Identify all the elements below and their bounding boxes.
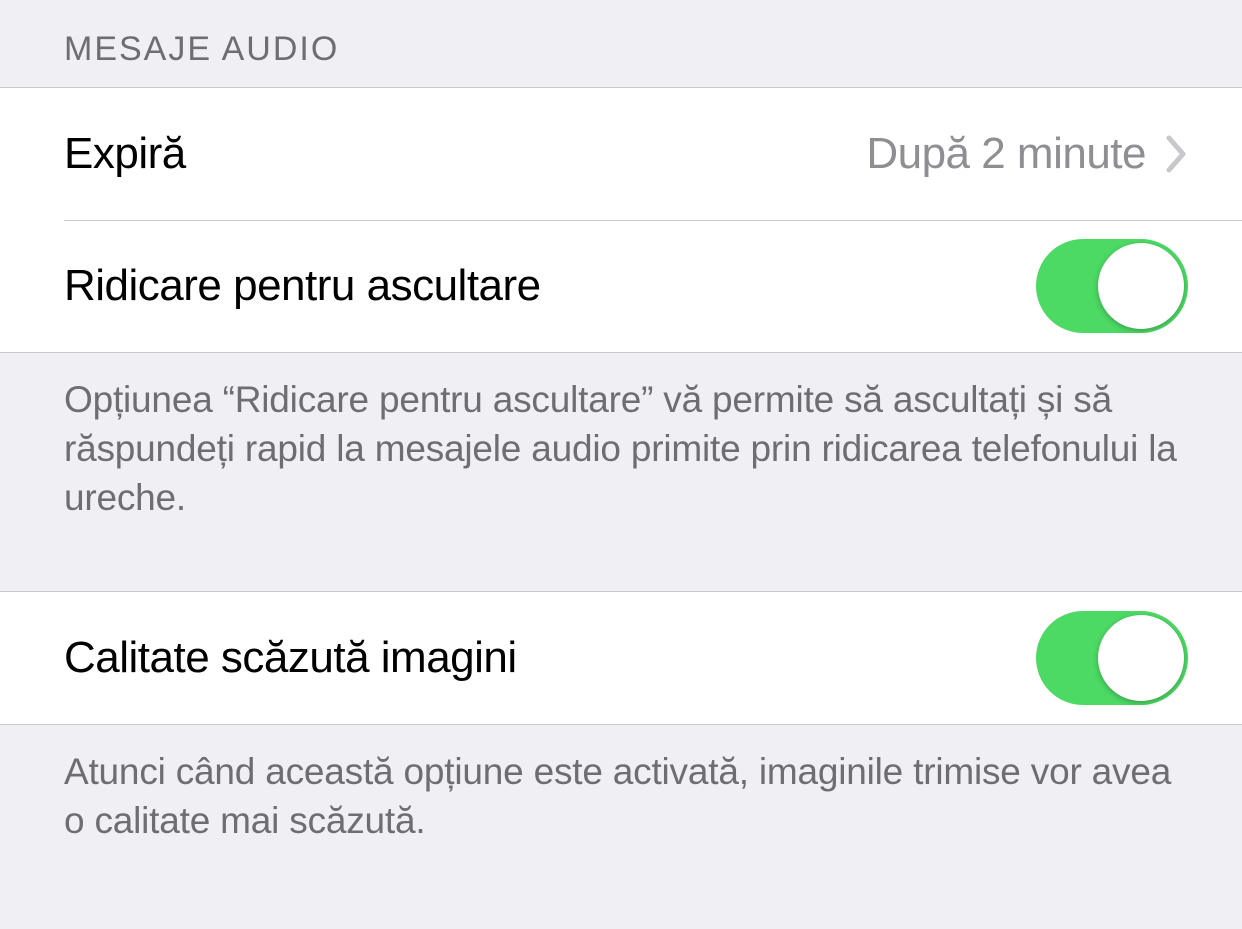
toggle-knob [1098, 615, 1184, 701]
chevron-right-icon [1166, 135, 1188, 173]
expire-label: Expiră [64, 129, 186, 179]
toggle-knob [1098, 243, 1184, 329]
low-quality-images-label: Calitate scăzută imagini [64, 633, 517, 683]
settings-group-audio: Expiră După 2 minute Ridicare pentru asc… [0, 87, 1242, 353]
raise-to-listen-row: Ridicare pentru ascultare [0, 220, 1242, 352]
expire-value-wrap: După 2 minute [866, 129, 1188, 179]
section-footer-low-quality: Atunci când această opțiune este activat… [0, 725, 1242, 873]
settings-group-images: Calitate scăzută imagini [0, 591, 1242, 725]
section-spacer [0, 551, 1242, 591]
section-header-audio-messages: MESAJE AUDIO [0, 0, 1242, 87]
raise-to-listen-label: Ridicare pentru ascultare [64, 261, 541, 311]
section-footer-raise-to-listen: Opțiunea “Ridicare pentru ascultare” vă … [0, 353, 1242, 551]
low-quality-images-row: Calitate scăzută imagini [0, 592, 1242, 724]
low-quality-images-toggle[interactable] [1036, 611, 1188, 705]
raise-to-listen-toggle[interactable] [1036, 239, 1188, 333]
expire-value: După 2 minute [866, 129, 1146, 179]
expire-row[interactable]: Expiră După 2 minute [0, 88, 1242, 220]
